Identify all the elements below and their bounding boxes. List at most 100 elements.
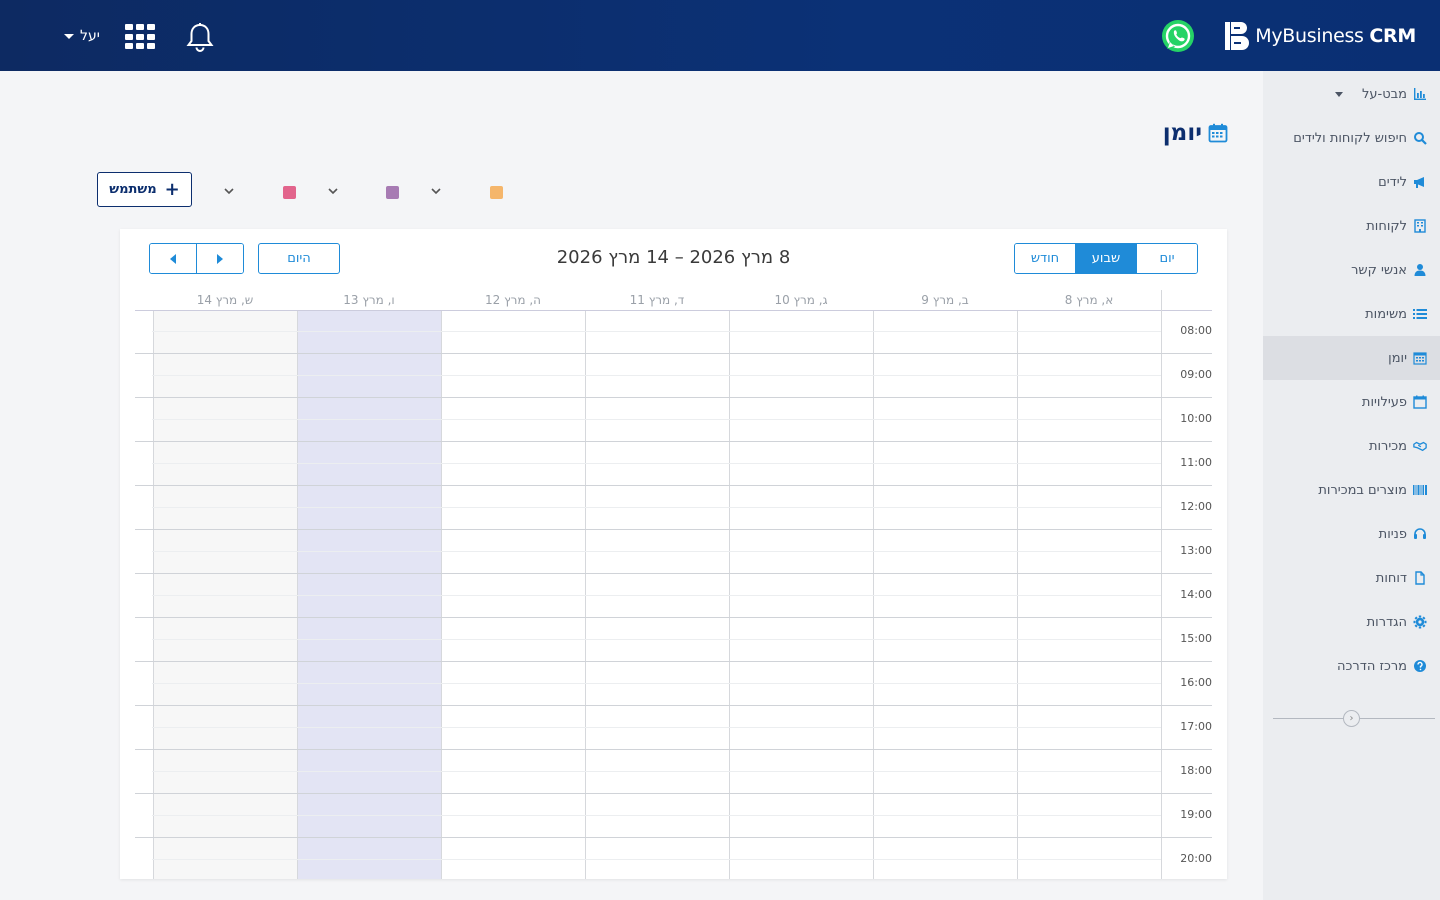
sidebar-item[interactable]: אנשי קשר xyxy=(1263,248,1440,292)
sidebar-item[interactable]: חיפוש לקוחות ולידים xyxy=(1263,116,1440,160)
day-header[interactable]: ו, מרץ 13 xyxy=(297,290,441,311)
hour-line xyxy=(135,485,1212,486)
half-hour-line xyxy=(152,815,1161,816)
chevron-down-icon[interactable] xyxy=(327,185,339,197)
today-button[interactable]: היום xyxy=(258,243,340,274)
sidebar-item[interactable]: משימות xyxy=(1263,292,1440,336)
add-user-button[interactable]: + משתמש xyxy=(97,172,192,207)
half-hour-line xyxy=(152,419,1161,420)
half-hour-line xyxy=(152,595,1161,596)
day-header[interactable]: א, מרץ 8 xyxy=(1017,290,1161,311)
apps-grid-icon[interactable] xyxy=(125,24,155,50)
arrow-right-icon xyxy=(217,253,223,264)
sidebar-item-label: חיפוש לקוחות ולידים xyxy=(1293,130,1407,146)
half-hour-line xyxy=(152,683,1161,684)
plus-icon: + xyxy=(164,178,180,200)
half-hour-line xyxy=(152,331,1161,332)
half-hour-line xyxy=(152,375,1161,376)
user-menu[interactable]: יעל xyxy=(64,26,100,46)
bell-icon[interactable] xyxy=(185,22,215,54)
sidebar-item[interactable]: מכירות xyxy=(1263,424,1440,468)
sidebar-item-label: פניות xyxy=(1378,526,1407,542)
handshake-icon xyxy=(1413,439,1427,453)
week-grid: א, מרץ 8 ב, מרץ 9 ג, מרץ 10 ד, מרץ 11 ה, מרץ… xyxy=(135,290,1212,879)
barcode-icon xyxy=(1413,483,1427,497)
hour-line xyxy=(135,617,1212,618)
color-swatch-orange[interactable] xyxy=(490,186,503,199)
view-switcher: חודש שבוע יום xyxy=(1014,243,1198,274)
sidebar-item[interactable]: לקוחות xyxy=(1263,204,1440,248)
collapse-sidebar-button[interactable]: ‹ xyxy=(1343,710,1360,727)
sidebar: מבט-על חיפוש לקוחות ולידים לידים לקוחות אנשי… xyxy=(1263,71,1440,900)
chevron-down-icon[interactable] xyxy=(223,185,235,197)
sidebar-item[interactable]: הגדרות xyxy=(1263,600,1440,644)
sidebar-item-label: מרכז הדרכה xyxy=(1337,658,1407,674)
day-header[interactable]: ד, מרץ 11 xyxy=(585,290,729,311)
sidebar-item[interactable]: מבט-על xyxy=(1263,72,1440,116)
hour-line xyxy=(135,397,1212,398)
megaphone-icon xyxy=(1413,175,1427,189)
page-title: יומן xyxy=(1163,120,1228,146)
chevron-down-icon[interactable] xyxy=(430,185,442,197)
hour-line xyxy=(135,661,1212,662)
hour-line xyxy=(135,793,1212,794)
hour-line xyxy=(135,705,1212,706)
sidebar-item-label: יומן xyxy=(1388,350,1407,366)
time-label: 16:00 xyxy=(1180,676,1212,689)
time-label: 11:00 xyxy=(1180,456,1212,469)
half-hour-line xyxy=(152,551,1161,552)
day-header[interactable]: ש, מרץ 14 xyxy=(153,290,297,311)
sidebar-item-label: אנשי קשר xyxy=(1351,262,1407,278)
calendar-card: היום 8 מרץ 2026 – 14 מרץ 2026 חודש שבוע … xyxy=(120,229,1227,879)
sidebar-item[interactable]: מרכז הדרכה xyxy=(1263,644,1440,688)
user-name: יעל xyxy=(80,28,100,44)
sidebar-item[interactable]: יומן xyxy=(1263,336,1440,380)
list-icon xyxy=(1413,307,1427,321)
hour-line xyxy=(135,529,1212,530)
chevron-down-icon xyxy=(64,33,74,39)
sidebar-item-label: משימות xyxy=(1365,306,1407,322)
half-hour-line xyxy=(152,639,1161,640)
half-hour-line xyxy=(152,507,1161,508)
calendar-nav xyxy=(149,243,244,274)
sidebar-item[interactable]: דוחות xyxy=(1263,556,1440,600)
sidebar-item-label: הגדרות xyxy=(1366,614,1407,630)
time-label: 08:00 xyxy=(1180,324,1212,337)
day-header[interactable]: ב, מרץ 9 xyxy=(873,290,1017,311)
file-icon xyxy=(1413,571,1427,585)
sidebar-item[interactable]: מוצרים במכירות xyxy=(1263,468,1440,512)
color-swatch-purple[interactable] xyxy=(386,186,399,199)
question-circle-icon xyxy=(1413,659,1427,673)
view-day-button[interactable]: יום xyxy=(1136,244,1197,273)
day-header[interactable]: ה, מרץ 12 xyxy=(441,290,585,311)
search-icon xyxy=(1413,131,1427,145)
bar-chart-icon xyxy=(1413,87,1427,101)
view-week-button[interactable]: שבוע xyxy=(1075,244,1136,273)
hour-line xyxy=(135,441,1212,442)
sidebar-item[interactable]: לידים xyxy=(1263,160,1440,204)
date-range-title: 8 מרץ 2026 – 14 מרץ 2026 xyxy=(556,247,791,268)
time-label: 13:00 xyxy=(1180,544,1212,557)
user-icon xyxy=(1413,263,1427,277)
sidebar-item-label: מוצרים במכירות xyxy=(1318,482,1407,498)
prev-week-button[interactable] xyxy=(150,244,196,273)
brand-mark-icon xyxy=(1225,22,1250,50)
time-label: 10:00 xyxy=(1180,412,1212,425)
next-week-button[interactable] xyxy=(196,244,243,273)
filter-row: + משתמש xyxy=(97,172,517,208)
time-label: 09:00 xyxy=(1180,368,1212,381)
sidebar-item-label: מבט-על xyxy=(1362,86,1407,102)
calendar-icon xyxy=(1208,123,1228,143)
sidebar-item-label: דוחות xyxy=(1375,570,1407,586)
view-month-button[interactable]: חודש xyxy=(1015,244,1075,273)
whatsapp-icon[interactable] xyxy=(1160,18,1196,54)
sidebar-item-label: פעילויות xyxy=(1361,394,1407,410)
brand-logo[interactable]: MyBusiness CRM xyxy=(1225,20,1416,52)
sidebar-item[interactable]: פעילויות xyxy=(1263,380,1440,424)
sidebar-item[interactable]: פניות xyxy=(1263,512,1440,556)
color-swatch-pink[interactable] xyxy=(283,186,296,199)
time-label: 15:00 xyxy=(1180,632,1212,645)
page-title-text: יומן xyxy=(1162,120,1202,146)
day-header[interactable]: ג, מרץ 10 xyxy=(729,290,873,311)
time-label: 14:00 xyxy=(1180,588,1212,601)
